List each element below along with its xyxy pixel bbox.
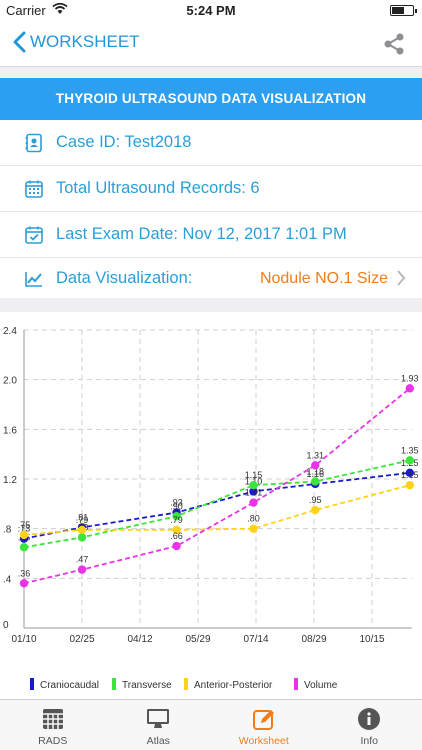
data-label: .79 <box>170 515 183 525</box>
data-label: .47 <box>76 555 89 565</box>
contact-card-icon <box>25 133 42 152</box>
monitor-icon <box>147 709 170 728</box>
y-tick-label: 2.0 <box>3 376 17 387</box>
total-records-row: Total Ultrasound Records: 6 <box>0 166 422 212</box>
last-exam-text: Last Exam Date: Nov 12, 2017 1:01 PM <box>56 225 347 243</box>
data-point <box>311 505 320 515</box>
data-point <box>311 461 320 470</box>
battery-icon <box>390 5 417 16</box>
data-label: 1.01 <box>245 488 263 498</box>
case-id-row: Case ID: Test2018 <box>0 120 422 166</box>
edit-icon <box>252 710 274 730</box>
x-tick-label: 10/15 <box>359 634 384 645</box>
tab-worksheet[interactable]: Worksheet <box>211 700 317 750</box>
data-label: .95 <box>309 495 322 505</box>
total-records-text: Total Ultrasound Records: 6 <box>56 179 260 197</box>
data-label: .79 <box>76 515 89 525</box>
legend-swatch <box>30 678 34 690</box>
data-label: 1.93 <box>401 373 419 383</box>
y-tick-label: 2.4 <box>3 326 17 337</box>
tab-atlas[interactable]: Atlas <box>106 700 212 750</box>
chevron-left-icon <box>13 31 26 53</box>
data-visualization-label: Data Visualization: <box>56 269 193 287</box>
tab-rads-label: RADS <box>38 735 68 747</box>
x-tick-label: 05/29 <box>185 634 210 645</box>
calendar-grid-icon <box>25 180 43 198</box>
page-title-banner: THYROID ULTRASOUND DATA VISUALIZATION <box>0 78 422 120</box>
y-tick-label: 1.2 <box>3 475 17 486</box>
data-point <box>19 530 29 540</box>
clock: 5:24 PM <box>186 3 236 18</box>
legend-swatch <box>112 678 116 690</box>
grid-icon <box>42 709 63 729</box>
back-label: WORKSHEET <box>30 32 140 51</box>
data-point <box>77 533 87 542</box>
data-point <box>405 456 415 465</box>
data-label: 1.15 <box>401 470 419 480</box>
data-point <box>77 525 87 535</box>
data-point <box>77 565 87 574</box>
tab-info[interactable]: Info <box>317 700 422 750</box>
y-tick-label: 1.6 <box>3 425 17 436</box>
data-point <box>19 543 29 552</box>
legend-label: Anterior-Posterior <box>194 680 273 691</box>
nodule-size-chart: 0 .4 .8 1.2 1.6 2.0 2.4 01/10 02/25 04/12 05/29 07/… <box>0 312 422 698</box>
y-tick-label: .4 <box>3 574 12 585</box>
x-tick-label: 08/29 <box>301 634 326 645</box>
legend-label: Transverse <box>122 680 172 691</box>
data-label: .36 <box>18 568 31 578</box>
legend-label: Craniocaudal <box>40 680 99 691</box>
data-point <box>249 498 258 507</box>
tab-info-label: Info <box>360 735 378 747</box>
data-label: 1.35 <box>401 445 419 455</box>
data-visualization-row[interactable]: Data Visualization: Nodule NO.1 Size <box>0 256 422 302</box>
info-icon <box>358 708 381 730</box>
navigation-bar: WORKSHEET <box>0 22 422 66</box>
data-label: 1.31 <box>306 450 324 460</box>
data-point <box>172 541 181 551</box>
case-id-text: Case ID: Test2018 <box>56 133 192 151</box>
nodule-selector-value[interactable]: Nodule NO.1 Size <box>260 270 388 288</box>
legend-swatch <box>184 678 188 690</box>
x-tick-label: 01/10 <box>11 634 36 645</box>
line-chart-icon <box>25 271 42 287</box>
separator <box>0 66 422 78</box>
data-point <box>311 477 320 486</box>
tab-rads[interactable]: RADS <box>0 700 106 750</box>
y-tick-label: .8 <box>3 525 12 536</box>
share-icon[interactable] <box>382 32 406 56</box>
data-label: .80 <box>247 514 260 524</box>
data-label: 1.15 <box>245 470 263 480</box>
data-label: .90 <box>170 501 183 511</box>
data-point <box>405 384 415 393</box>
chevron-right-icon <box>397 270 406 286</box>
calendar-check-icon <box>25 226 43 244</box>
data-point <box>405 481 415 490</box>
y-tick-label: 0 <box>3 620 9 631</box>
status-bar: Carrier 5:24 PM <box>0 0 422 22</box>
data-point <box>19 579 29 588</box>
last-exam-row: Last Exam Date: Nov 12, 2017 1:01 PM <box>0 212 422 258</box>
legend-label: Volume <box>304 680 338 691</box>
data-point <box>249 524 258 533</box>
x-tick-label: 07/14 <box>243 634 268 645</box>
line-chart: 0 .4 .8 1.2 1.6 2.0 2.4 01/10 02/25 04/12 05/29 07/… <box>3 326 419 691</box>
data-label: .75 <box>18 520 31 530</box>
x-tick-label: 04/12 <box>127 634 152 645</box>
tab-worksheet-label: Worksheet <box>238 735 289 747</box>
legend-swatch <box>294 678 298 690</box>
separator <box>0 298 422 312</box>
back-button[interactable]: WORKSHEET <box>10 30 140 54</box>
x-tick-label: 02/25 <box>69 634 94 645</box>
tab-atlas-label: Atlas <box>146 735 170 747</box>
data-label: .66 <box>170 531 183 541</box>
tab-bar: RADS Atlas Worksheet Info <box>0 699 422 750</box>
